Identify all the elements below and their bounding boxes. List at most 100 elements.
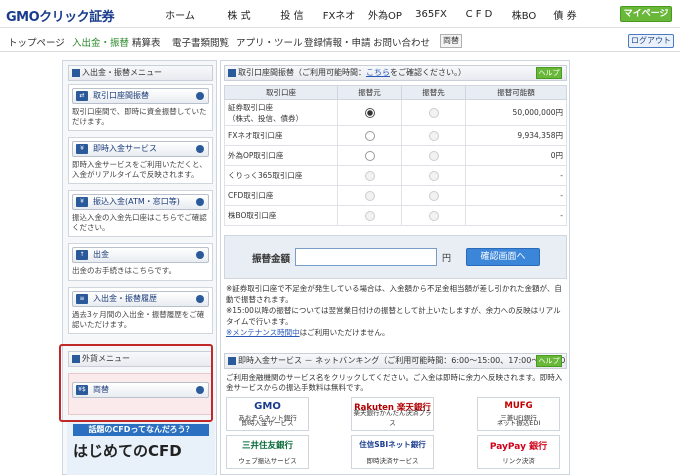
transfer-from-radio[interactable]: [364, 130, 375, 141]
account-name: くりっく365取引口座: [224, 165, 338, 186]
transfer-between-accounts-button[interactable]: ⇄ 取引口座間振替: [72, 88, 209, 104]
note-maintenance-text: はご利用いただけません。: [299, 328, 390, 337]
transfer-to-cell: [401, 185, 466, 206]
menu-header: 入出金・振替メニュー: [68, 65, 213, 81]
menu-btn-label: 入出金・振替履歴: [93, 294, 157, 303]
transfer-to-cell: [401, 125, 466, 146]
transfer-to-cell: [401, 99, 466, 126]
subnav-registration[interactable]: 登録情報・申請: [304, 35, 371, 49]
menu-header-icon: [72, 69, 80, 77]
fx-menu-highlight: [59, 344, 213, 422]
transfer-section-header: 取引口座間振替（ご利用可能時間：こちらをご確認ください。） ヘルプ: [224, 65, 567, 81]
confirm-button[interactable]: 確認画面へ: [466, 248, 540, 266]
transfer-to-radio: [428, 190, 439, 201]
nav-funds[interactable]: 投 信: [268, 7, 316, 22]
nav-fx-neo[interactable]: FXネオ: [316, 7, 362, 22]
arrow-icon: [196, 251, 204, 259]
nav-365fx[interactable]: 365FX: [408, 9, 454, 20]
nav-fx-option[interactable]: 外為OP: [362, 7, 408, 22]
nav-bonds[interactable]: 債 券: [544, 7, 586, 22]
menu-desc: 振込入金の入金先口座はこちらでご確認ください。: [72, 213, 207, 232]
table-row: くりっく365取引口座 -: [224, 165, 567, 186]
table-row: 株BO取引口座 -: [224, 205, 567, 226]
transfer-title: 取引口座間振替（ご利用可能時間：: [238, 68, 366, 77]
available-amount: 50,000,000円: [465, 99, 567, 126]
withdrawal-button[interactable]: ↑ 出金: [72, 247, 209, 263]
bank-mufg[interactable]: MUFG 三菱UFJ銀行 ネット振込EDI: [477, 397, 560, 431]
transfer-icon: ⇄: [76, 91, 88, 101]
transfer-from-radio[interactable]: [364, 150, 375, 161]
menu-btn-label: 即時入金サービス: [93, 144, 157, 153]
arrow-icon: [196, 145, 204, 153]
transfer-from-cell: [337, 165, 402, 186]
bank-paypay[interactable]: PayPay 銀行 リンク決済: [477, 435, 560, 469]
note-maintenance: ※メンテナンス時間中はご利用いただけません。: [226, 327, 566, 338]
menu-desc: 過去3ヶ月間の入出金・振替履歴をご確認いただけます。: [72, 310, 205, 329]
section-icon: [228, 69, 236, 77]
instant-section-header: 即時入金サービス － ネットバンキング（ご利用可能時間：6:00～15:00、1…: [224, 353, 567, 369]
transfer-to-radio: [428, 150, 439, 161]
subnav-apps-tools[interactable]: アプリ・ツール: [236, 35, 303, 49]
subnav-statement[interactable]: 精算表: [132, 35, 161, 49]
arrow-icon: [196, 295, 204, 303]
transfer-from-radio: [364, 190, 375, 201]
nav-cfd[interactable]: C F D: [454, 9, 504, 20]
amount-input[interactable]: [295, 248, 437, 266]
section-icon: [228, 357, 236, 365]
transfer-help-button[interactable]: ヘルプ: [536, 67, 562, 79]
available-amount: 9,934,358円: [465, 125, 567, 146]
bank-gmo-aozora[interactable]: GMO あおぞらネット銀行 即時入金サービス: [226, 397, 309, 431]
maintenance-link[interactable]: ※メンテナンス時間中: [226, 328, 300, 337]
exchange-button[interactable]: 両替: [440, 34, 462, 48]
bank-rakuten[interactable]: Rakuten 楽天銀行 楽天銀行かんたん決済プラス: [351, 397, 434, 431]
transfer-to-radio: [428, 170, 439, 181]
bank-logo: MUFG: [504, 401, 533, 411]
bank-logo: 住信SBIネット銀行: [359, 440, 426, 449]
nav-stocks[interactable]: 株 式: [210, 7, 268, 22]
banner-title: はじめてのCFD: [73, 442, 182, 460]
menu-card-transfer: ⇄ 取引口座間振替 取引口座間で、即時に資金振替していただけます。: [68, 84, 213, 131]
subnav-contact[interactable]: お問い合わせ: [373, 35, 430, 49]
transfer-from-cell: [337, 125, 402, 146]
banner-tagline: 話題のCFDってなんだろう？: [73, 424, 209, 436]
transfer-from-cell: [337, 145, 402, 166]
bank-sbi[interactable]: 住信SBIネット銀行 即時決済サービス: [351, 435, 434, 469]
transfer-from-cell: [337, 99, 402, 126]
menu-card-bank-transfer: ¥ 振込入金(ATM・窓口等) 振込入金の入金先口座はこちらでご確認ください。: [68, 190, 213, 237]
transfer-to-cell: [401, 165, 466, 186]
transfer-from-cell: [337, 205, 402, 226]
account-transfer-table: 取引口座 振替元 振替先 振替可能額 証券取引口座 （株式、投信、債券） 50,0…: [224, 85, 567, 226]
history-button[interactable]: ≡ 入出金・振替履歴: [72, 291, 209, 307]
availability-link[interactable]: こちら: [366, 68, 390, 77]
main-content: 取引口座間振替（ご利用可能時間：こちらをご確認ください。） ヘルプ 取引口座 振…: [220, 60, 570, 475]
menu-card-instant-deposit: ¥ 即時入金サービス 即時入金サービスをご利用いただくと、入金がリアルタイムで反…: [68, 137, 213, 184]
menu-btn-label: 取引口座間振替: [93, 91, 149, 100]
cfd-banner[interactable]: 話題のCFDってなんだろう？ はじめてのCFD: [67, 422, 215, 475]
col-account: 取引口座: [224, 85, 338, 100]
nav-stock-bo[interactable]: 株BO: [504, 7, 544, 22]
available-amount: -: [465, 165, 567, 186]
account-name: 株BO取引口座: [224, 205, 338, 226]
account-name: 外為OP取引口座: [224, 145, 338, 166]
deposit-icon: ¥: [76, 144, 88, 154]
transfer-title-end: をご確認ください。）: [390, 68, 466, 77]
mypage-button[interactable]: マイページ: [620, 6, 672, 22]
subnav-e-documents[interactable]: 電子書類閲覧: [172, 35, 229, 49]
sub-navigation: トップページ 入出金・振替 精算表 電子書類閲覧 アプリ・ツール 登録情報・申請…: [0, 30, 680, 52]
history-icon: ≡: [76, 294, 88, 304]
available-amount: 0円: [465, 145, 567, 166]
note-cutoff: ※15:00以降の振替については翌営業日付けの振替として計上いたしますが、余力へ…: [226, 306, 561, 326]
nav-home[interactable]: ホーム: [150, 7, 210, 22]
menu-title: 入出金・振替メニュー: [82, 68, 162, 77]
brand-logo[interactable]: GMOクリック証券: [6, 6, 115, 25]
instant-help-button[interactable]: ヘルプ: [536, 355, 562, 367]
bank-transfer-deposit-button[interactable]: ¥ 振込入金(ATM・窓口等): [72, 194, 209, 210]
bank-smbc[interactable]: 三井住友銀行 ウェブ振込サービス: [226, 435, 309, 469]
transfer-from-radio[interactable]: [364, 107, 375, 118]
menu-desc: 即時入金サービスをご利用いただくと、入金がリアルタイムで反映されます。: [72, 160, 207, 179]
note-shortfall: ※証券取引口座で不足金が発生している場合は、入金額から不足金相当額が差し引かれた…: [226, 284, 562, 304]
logout-button[interactable]: ログアウト: [628, 34, 674, 48]
subnav-deposit-transfer[interactable]: 入出金・振替: [72, 35, 129, 49]
subnav-top[interactable]: トップページ: [8, 35, 65, 49]
instant-deposit-button[interactable]: ¥ 即時入金サービス: [72, 141, 209, 157]
